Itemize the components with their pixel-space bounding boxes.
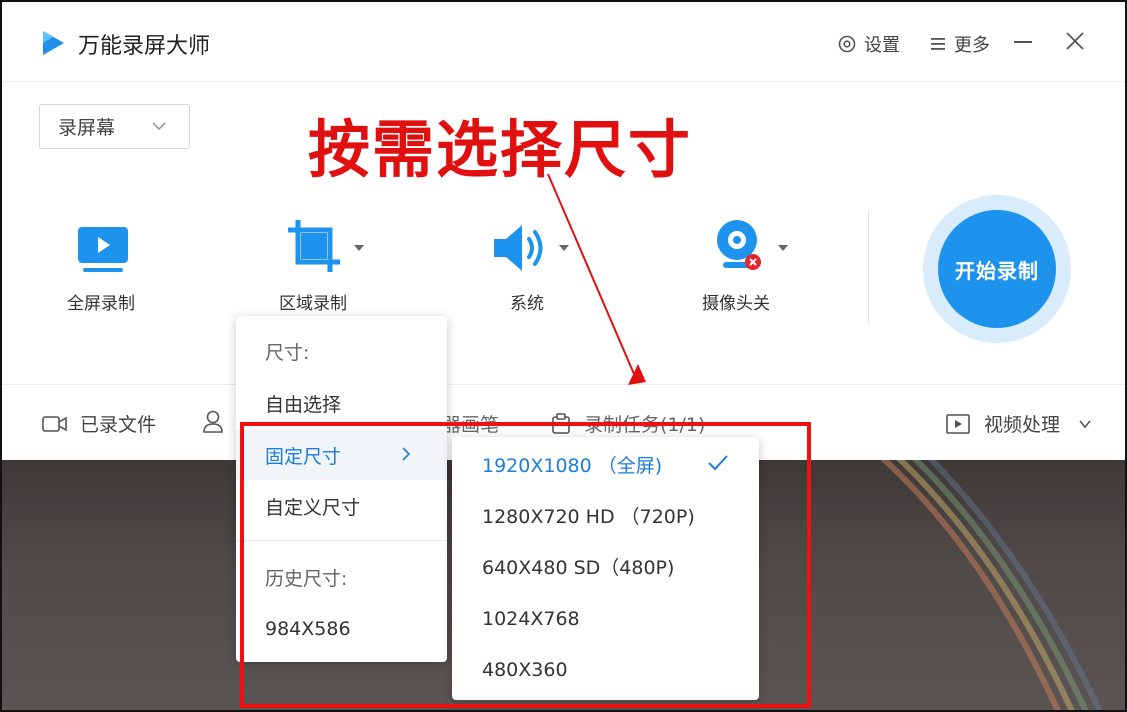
minimize-button[interactable] xyxy=(1014,41,1032,43)
menu-item-fixed-size-label: 固定尺寸 xyxy=(265,445,342,468)
settings-label: 设置 xyxy=(864,35,900,56)
menu-item-history-size[interactable]: 984X586 xyxy=(236,604,447,654)
size-option-640x480[interactable]: 640X480 SD（480P) xyxy=(452,541,759,592)
mode-select-value: 录屏幕 xyxy=(58,117,116,139)
menu-item-custom-size[interactable]: 自定义尺寸 xyxy=(236,481,447,531)
size-option-label: 1920X1080 （全屏) xyxy=(482,455,663,477)
tool-label-region: 区域录制 xyxy=(279,294,347,314)
checkmark-icon xyxy=(708,455,728,471)
close-icon[interactable] xyxy=(1064,30,1086,52)
menu-divider xyxy=(236,540,447,541)
brush-tool-button[interactable]: 器画笔 xyxy=(442,410,499,437)
crop-icon[interactable] xyxy=(286,218,342,274)
app-window: 万能录屏大师 设置 更多 录屏幕 全屏录制 区域录制 系统 摄像头关 开始录制 … xyxy=(0,0,1127,712)
divider xyxy=(868,210,869,324)
chevron-right-icon xyxy=(402,447,411,461)
speaker-icon[interactable] xyxy=(492,222,548,274)
size-menu-header: 尺寸: xyxy=(265,341,310,364)
monitor-play-icon[interactable] xyxy=(77,226,129,274)
audio-dropdown-caret[interactable] xyxy=(559,245,569,251)
size-menu: 尺寸: 自由选择 固定尺寸 自定义尺寸 历史尺寸: 984X586 xyxy=(236,316,447,662)
webcam-dropdown-caret[interactable] xyxy=(778,245,788,251)
size-option-1280x720[interactable]: 1280X720 HD （720P) xyxy=(452,490,759,541)
record-tasks-button[interactable]: 录制任务(1/1) xyxy=(550,410,705,437)
mode-select[interactable]: 录屏幕 xyxy=(39,104,190,149)
menu-icon xyxy=(931,38,945,50)
tool-label-audio: 系统 xyxy=(510,294,544,314)
video-file-icon xyxy=(42,415,67,432)
history-size-header: 历史尺寸: xyxy=(265,567,348,590)
more-label: 更多 xyxy=(954,35,990,56)
tool-label-fullscreen: 全屏录制 xyxy=(67,294,135,314)
webcam-icon[interactable] xyxy=(713,218,765,274)
chevron-down-icon xyxy=(1079,419,1091,428)
size-option-1920x1080[interactable]: 1920X1080 （全屏) xyxy=(452,439,759,490)
record-tasks-label: 录制任务(1/1) xyxy=(584,414,706,436)
fixed-size-submenu: 1920X1080 （全屏) 1280X720 HD （720P) 640X48… xyxy=(452,437,759,700)
more-button[interactable]: 更多 xyxy=(930,31,990,57)
video-process-label: 视频处理 xyxy=(984,414,1061,436)
settings-button[interactable]: 设置 xyxy=(838,31,900,57)
menu-item-fixed-size[interactable]: 固定尺寸 xyxy=(236,430,447,480)
video-process-button[interactable]: 视频处理 xyxy=(946,410,1092,437)
title-bar: 万能录屏大师 设置 更多 xyxy=(2,2,1125,82)
brush-tool-label: 器画笔 xyxy=(442,414,500,436)
user-icon[interactable] xyxy=(202,410,224,434)
recorded-files-button[interactable]: 已录文件 xyxy=(42,410,156,437)
tool-label-webcam: 摄像头关 xyxy=(702,294,770,314)
annotation-text: 按需选择尺寸 xyxy=(308,113,693,186)
chevron-down-icon xyxy=(152,122,166,131)
recorded-files-label: 已录文件 xyxy=(80,414,157,436)
app-title: 万能录屏大师 xyxy=(78,34,211,59)
app-logo-icon xyxy=(43,31,64,55)
video-edit-icon xyxy=(946,413,970,434)
size-option-480x360[interactable]: 480X360 xyxy=(452,644,759,695)
menu-item-free-select[interactable]: 自由选择 xyxy=(236,378,447,428)
size-option-1024x768[interactable]: 1024X768 xyxy=(452,593,759,644)
gear-icon xyxy=(838,35,856,53)
clipboard-icon xyxy=(552,412,570,434)
start-record-button[interactable]: 开始录制 xyxy=(938,210,1056,328)
region-dropdown-caret[interactable] xyxy=(354,245,364,251)
